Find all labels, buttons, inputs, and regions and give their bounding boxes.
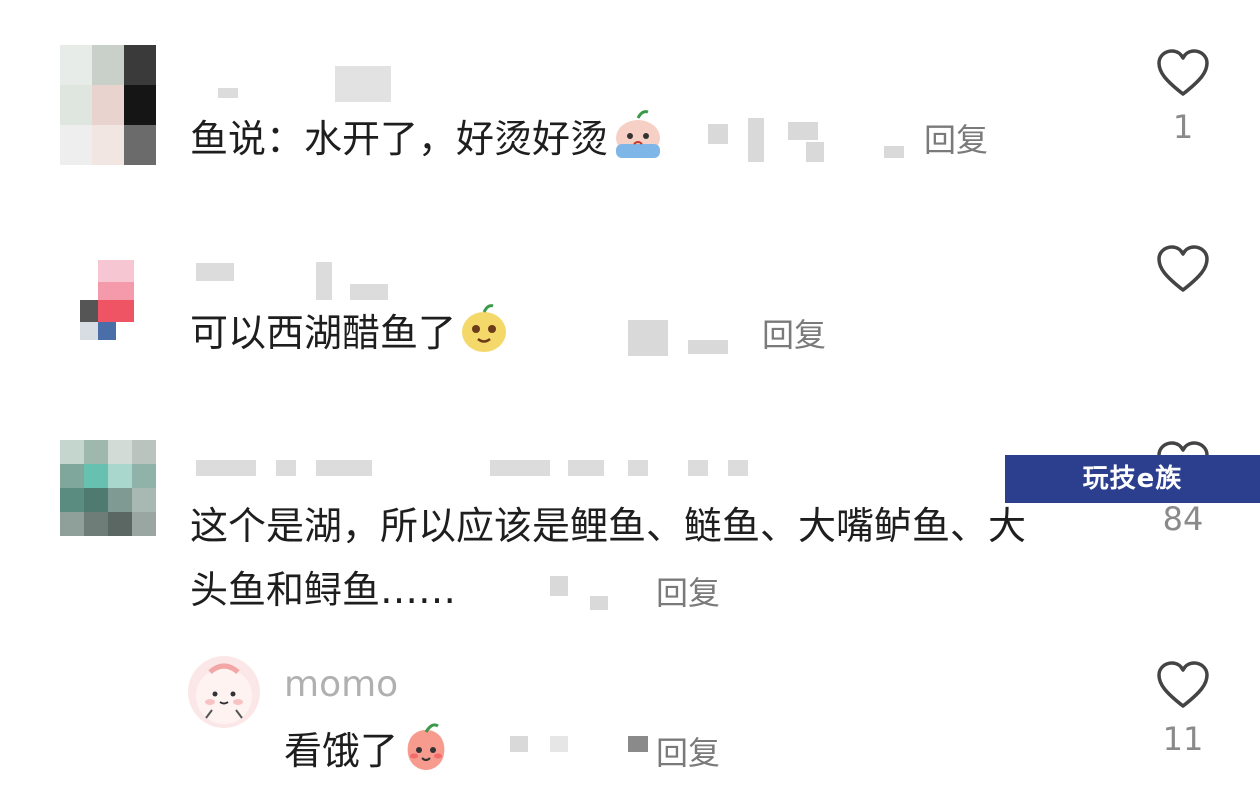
like-count: 1: [1172, 108, 1194, 146]
comment-text: 可以西湖醋鱼了: [190, 302, 510, 369]
reply-button[interactable]: 回复: [924, 115, 988, 161]
username[interactable]: momo: [284, 664, 398, 705]
like-control[interactable]: 11: [1153, 660, 1213, 758]
like-control[interactable]: [1153, 244, 1213, 304]
username-redacted: [316, 262, 332, 300]
username-redacted: [628, 460, 648, 476]
comment-text-line-2: 头鱼和鲟鱼……: [190, 568, 457, 612]
username-redacted: [218, 88, 238, 98]
username-redacted: [276, 460, 296, 476]
like-count: 84: [1162, 500, 1204, 538]
heart-icon[interactable]: [1155, 244, 1211, 294]
username-redacted: [568, 460, 604, 476]
username-redacted: [728, 460, 748, 476]
peach-face-emoji-icon: [400, 720, 452, 787]
watermark-logo: 玩技e族: [1005, 455, 1260, 503]
like-count: 11: [1162, 720, 1204, 758]
reply-button[interactable]: 回复: [656, 568, 720, 614]
heart-icon[interactable]: [1155, 48, 1211, 98]
smiling-face-emoji-icon: [458, 302, 510, 369]
username-redacted: [490, 460, 550, 476]
like-control[interactable]: 1: [1153, 48, 1213, 146]
username-redacted: [316, 460, 372, 476]
username-redacted: [196, 263, 234, 281]
username-redacted: [350, 284, 388, 300]
reply-button[interactable]: 回复: [762, 310, 826, 356]
avatar[interactable]: [60, 45, 156, 165]
username-redacted: [335, 66, 391, 102]
comment-text: 鱼说：水开了，好烫好烫: [190, 108, 666, 175]
reply-button[interactable]: 回复: [656, 728, 720, 774]
avatar[interactable]: [62, 240, 158, 360]
avatar[interactable]: [188, 656, 260, 728]
username-redacted: [688, 460, 708, 476]
comment-text: 看饿了: [284, 720, 452, 787]
username-redacted: [196, 460, 256, 476]
heart-icon[interactable]: [1155, 660, 1211, 710]
avatar[interactable]: [60, 440, 156, 560]
comment-text-line-1: 这个是湖，所以应该是鲤鱼、鲢鱼、大嘴鲈鱼、大: [190, 504, 1027, 548]
crying-face-emoji-icon: [610, 108, 666, 175]
